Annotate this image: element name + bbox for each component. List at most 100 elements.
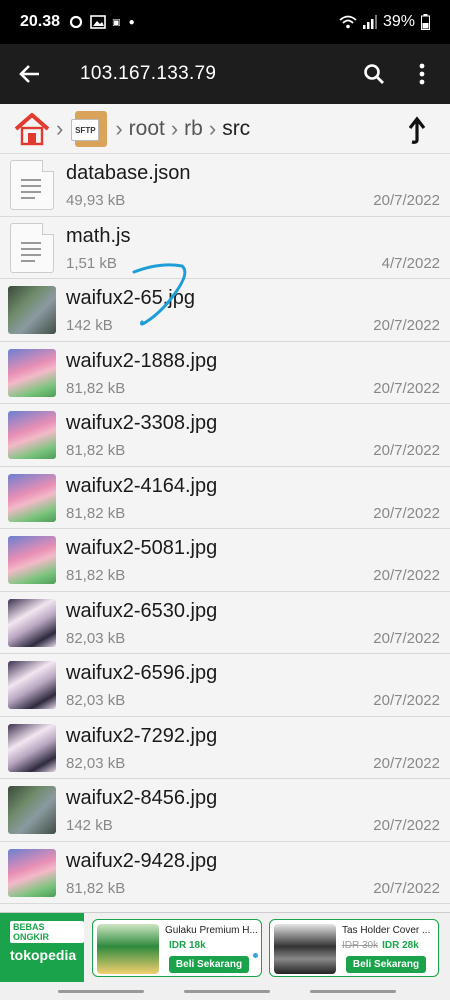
file-name: waifux2-65.jpg [66, 287, 195, 309]
wifi-icon [339, 15, 357, 29]
file-date: 20/7/2022 [373, 692, 440, 709]
file-row[interactable]: waifux2-5081.jpg 81,82 kB 20/7/2022 [0, 529, 450, 592]
file-row[interactable]: waifux2-7292.jpg 82,03 kB 20/7/2022 [0, 717, 450, 779]
notification-icon: ▣ [112, 16, 121, 27]
file-date: 20/7/2022 [373, 879, 440, 897]
file-date: 20/7/2022 [373, 629, 440, 647]
file-row[interactable]: waifux2-8456.jpg 142 kB 20/7/2022 [0, 779, 450, 842]
file-size: 81,82 kB [66, 567, 126, 584]
status-time: 20.38 [20, 13, 61, 30]
more-options-button[interactable] [398, 44, 446, 104]
product-new-price: IDR 28k [382, 940, 419, 951]
file-name: waifux2-5081.jpg [66, 537, 218, 559]
file-date: 20/7/2022 [373, 817, 440, 834]
breadcrumb-root[interactable]: root [129, 117, 165, 141]
gallery-icon [90, 15, 106, 29]
file-name: math.js [66, 224, 131, 247]
file-name: waifux2-8456.jpg [66, 787, 218, 809]
file-row[interactable]: database.json 49,93 kB 20/7/2022 [0, 154, 450, 217]
file-row[interactable]: waifux2-1888.jpg 81,82 kB 20/7/2022 [0, 342, 450, 404]
whatsapp-icon [69, 15, 83, 29]
signal-icon [362, 15, 377, 29]
file-row[interactable]: waifux2-6530.jpg 82,03 kB 20/7/2022 [0, 592, 450, 654]
status-bar: 20.38 ▣ ● 39% [0, 0, 450, 44]
file-row[interactable]: math.js 1,51 kB 4/7/2022 [0, 217, 450, 279]
product-title: Gulaku Premium H... [165, 925, 257, 936]
file-row[interactable]: waifux2-6596.jpg 82,03 kB 20/7/2022 [0, 654, 450, 717]
page-title: 103.167.133.79 [80, 63, 217, 84]
file-list: database.json 49,93 kB 20/7/2022 math.js 1,5… [0, 154, 450, 912]
battery-icon [421, 14, 430, 30]
home-icon[interactable] [14, 112, 50, 146]
search-button[interactable] [350, 44, 398, 104]
file-size: 82,03 kB [66, 629, 126, 647]
nav-home-handle[interactable] [184, 990, 270, 993]
file-date: 20/7/2022 [373, 504, 440, 522]
file-size: 1,51 kB [66, 254, 117, 272]
tokopedia-logo: tokopedia [10, 947, 77, 963]
file-name: waifux2-3308.jpg [66, 412, 218, 434]
file-size: 82,03 kB [66, 754, 126, 772]
file-date: 20/7/2022 [373, 379, 440, 397]
product-old-price: IDR 30k [342, 940, 379, 951]
breadcrumb-src[interactable]: src [222, 117, 250, 141]
file-size: 81,82 kB [66, 879, 126, 897]
file-name: waifux2-1888.jpg [66, 349, 218, 372]
document-file-icon [10, 222, 54, 273]
image-thumbnail [8, 536, 56, 584]
chevron-right-icon: › [56, 115, 64, 141]
dot-icon: ● [128, 16, 135, 28]
free-shipping-badge: BEBAS ONGKIR [10, 921, 84, 943]
nav-back-handle[interactable] [310, 990, 396, 993]
battery-percent: 39% [382, 13, 415, 30]
image-thumbnail [8, 473, 56, 522]
parent-folder-up-icon[interactable] [402, 114, 432, 144]
back-button[interactable] [0, 44, 60, 104]
product-new-price: IDR 18k [169, 940, 206, 951]
buy-now-button[interactable]: Beli Sekarang [169, 956, 249, 973]
file-row[interactable]: waifux2-4164.jpg 81,82 kB 20/7/2022 [0, 467, 450, 529]
file-date: 20/7/2022 [373, 754, 440, 772]
file-date: 20/7/2022 [373, 317, 440, 334]
file-size: 142 kB [66, 817, 113, 834]
image-thumbnail [8, 411, 56, 459]
file-date: 20/7/2022 [373, 192, 440, 209]
file-name: waifux2-4164.jpg [66, 474, 218, 497]
chevron-right-icon: › [208, 115, 217, 141]
chevron-right-icon: › [115, 115, 123, 141]
image-thumbnail [8, 723, 56, 772]
more-vertical-icon [419, 63, 425, 85]
file-name: waifux2-9428.jpg [66, 849, 218, 872]
breadcrumb-rb[interactable]: rb [184, 117, 203, 141]
buy-now-button[interactable]: Beli Sekarang [346, 956, 426, 973]
file-row[interactable]: waifux2-65.jpg 142 kB 20/7/2022 [0, 279, 450, 342]
tokopedia-brand[interactable]: BEBAS ONGKIR tokopedia [0, 913, 84, 983]
file-date: 20/7/2022 [373, 567, 440, 584]
file-size: 81,82 kB [66, 379, 126, 397]
sftp-badge: SFTP [71, 118, 100, 141]
product-title: Tas Holder Cover ... [342, 925, 431, 936]
sftp-server-icon[interactable]: SFTP [69, 109, 109, 149]
file-row[interactable]: waifux2-9428.jpg 81,82 kB 20/7/2022 [0, 842, 450, 904]
ad-card[interactable]: Gulaku Premium H... IDR 18k Beli Sekaran… [92, 919, 262, 977]
file-name: waifux2-7292.jpg [66, 724, 218, 747]
back-arrow-icon [19, 65, 39, 83]
image-thumbnail [8, 348, 56, 397]
image-thumbnail [8, 598, 56, 647]
breadcrumb: › SFTP › root › rb › src [0, 104, 450, 154]
file-row[interactable]: waifux2-3308.jpg 81,82 kB 20/7/2022 [0, 404, 450, 467]
image-thumbnail [8, 848, 56, 897]
file-size: 142 kB [66, 317, 113, 334]
ad-card[interactable]: Tas Holder Cover ... IDR 30k IDR 28k Beli… [269, 919, 439, 977]
app-bar: 103.167.133.79 [0, 44, 450, 104]
image-thumbnail [8, 786, 56, 834]
document-file-icon [10, 160, 54, 210]
ad-indicator-dot [253, 953, 258, 958]
nav-recents-handle[interactable] [58, 990, 144, 993]
ad-banner[interactable]: BEBAS ONGKIR tokopedia Gulaku Premium H.… [0, 912, 450, 983]
system-nav-bar [0, 982, 450, 1000]
product-image [274, 924, 336, 974]
file-size: 81,82 kB [66, 504, 126, 522]
product-image [97, 924, 159, 974]
image-thumbnail [8, 286, 56, 334]
